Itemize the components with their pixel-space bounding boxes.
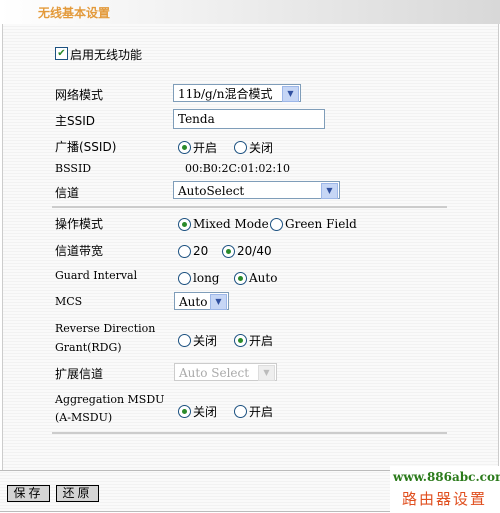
mcs-label: MCS [55, 295, 83, 308]
option-label: 开启 [249, 334, 274, 348]
rdg-on-radio[interactable]: 开启 [234, 332, 273, 349]
mcs-select[interactable]: Auto ▼ [174, 292, 229, 310]
broadcast-on-radio[interactable]: 开启 [178, 139, 217, 156]
ssid-label: 主SSID [55, 114, 96, 128]
bandwidth-20-radio[interactable]: 20 [178, 244, 208, 258]
option-label: long [193, 271, 220, 285]
restore-button[interactable]: 还原 [56, 485, 99, 502]
option-label: 关闭 [193, 405, 218, 419]
broadcast-label: 广播(SSID) [55, 140, 117, 154]
enable-wireless-checkbox[interactable]: ✔ [55, 47, 68, 60]
radio-icon [234, 271, 247, 285]
radio-icon [178, 334, 191, 347]
guard-label: Guard Interval [55, 269, 138, 282]
radio-icon [234, 141, 247, 154]
network-mode-value: 11b/g/n混合模式 [178, 87, 273, 101]
option-label: 20/40 [237, 244, 272, 258]
watermark: www.886abc.com 路由器设置 [390, 466, 500, 513]
broadcast-off-radio[interactable]: 关闭 [234, 139, 273, 156]
option-label: 关闭 [249, 141, 274, 155]
rdg-label-line1: Reverse Direction [55, 322, 156, 335]
amsdu-off-radio[interactable]: 关闭 [178, 403, 217, 420]
option-label: Mixed Mode [193, 217, 269, 231]
op-mode-label: 操作模式 [55, 217, 104, 231]
rdg-label-line2: Grant(RDG) [55, 341, 122, 354]
rdg-off-radio[interactable]: 关闭 [178, 332, 217, 349]
option-label: 开启 [249, 405, 274, 419]
green-field-radio[interactable]: Green Field [270, 217, 357, 231]
amsdu-label-line2: (A-MSDU) [55, 411, 113, 424]
title-bar: 无线基本设置 [0, 0, 500, 24]
ext-channel-select[interactable]: Auto Select ▼ [174, 363, 277, 381]
chevron-down-icon: ▼ [210, 294, 227, 310]
enable-wireless-label: 启用无线功能 [70, 48, 143, 62]
bssid-value: 00:B0:2C:01:02:10 [185, 162, 291, 175]
divider [52, 432, 447, 434]
option-label: Green Field [285, 217, 357, 231]
channel-select[interactable]: AutoSelect ▼ [173, 181, 340, 199]
radio-icon [234, 334, 247, 347]
amsdu-on-radio[interactable]: 开启 [234, 403, 273, 420]
network-mode-label: 网络模式 [55, 88, 104, 102]
bandwidth-2040-radio[interactable]: 20/40 [222, 244, 272, 258]
save-button[interactable]: 保存 [7, 485, 50, 502]
radio-icon [178, 141, 191, 154]
guard-long-radio[interactable]: long [178, 271, 219, 285]
watermark-url: www.886abc.com [393, 470, 500, 484]
option-label: 开启 [193, 141, 218, 155]
radio-icon [178, 271, 191, 285]
option-label: 关闭 [193, 334, 218, 348]
channel-label: 信道 [55, 186, 80, 200]
radio-icon [270, 217, 283, 231]
radio-icon [178, 217, 191, 231]
guard-auto-radio[interactable]: Auto [234, 271, 277, 285]
mcs-value: Auto [179, 295, 208, 309]
ext-channel-label: 扩展信道 [55, 367, 104, 381]
amsdu-label-line1: Aggregation MSDU [55, 393, 165, 406]
page-title: 无线基本设置 [38, 6, 111, 20]
radio-icon [234, 405, 247, 418]
bssid-label: BSSID [55, 162, 92, 175]
option-label: Auto [249, 271, 278, 285]
option-label: 20 [193, 244, 209, 258]
network-mode-select[interactable]: 11b/g/n混合模式 ▼ [173, 84, 301, 102]
chevron-down-icon: ▼ [282, 86, 299, 102]
bandwidth-label: 信道带宽 [55, 244, 104, 258]
chevron-down-icon: ▼ [258, 365, 275, 381]
divider [52, 206, 447, 208]
radio-icon [178, 405, 191, 418]
radio-icon [178, 244, 191, 258]
chevron-down-icon: ▼ [321, 183, 338, 199]
mixed-mode-radio[interactable]: Mixed Mode [178, 217, 269, 231]
channel-value: AutoSelect [178, 184, 245, 198]
ssid-input[interactable]: Tenda [173, 109, 325, 129]
ext-channel-value: Auto Select [179, 366, 250, 380]
watermark-text: 路由器设置 [402, 490, 488, 508]
radio-icon [222, 244, 235, 258]
